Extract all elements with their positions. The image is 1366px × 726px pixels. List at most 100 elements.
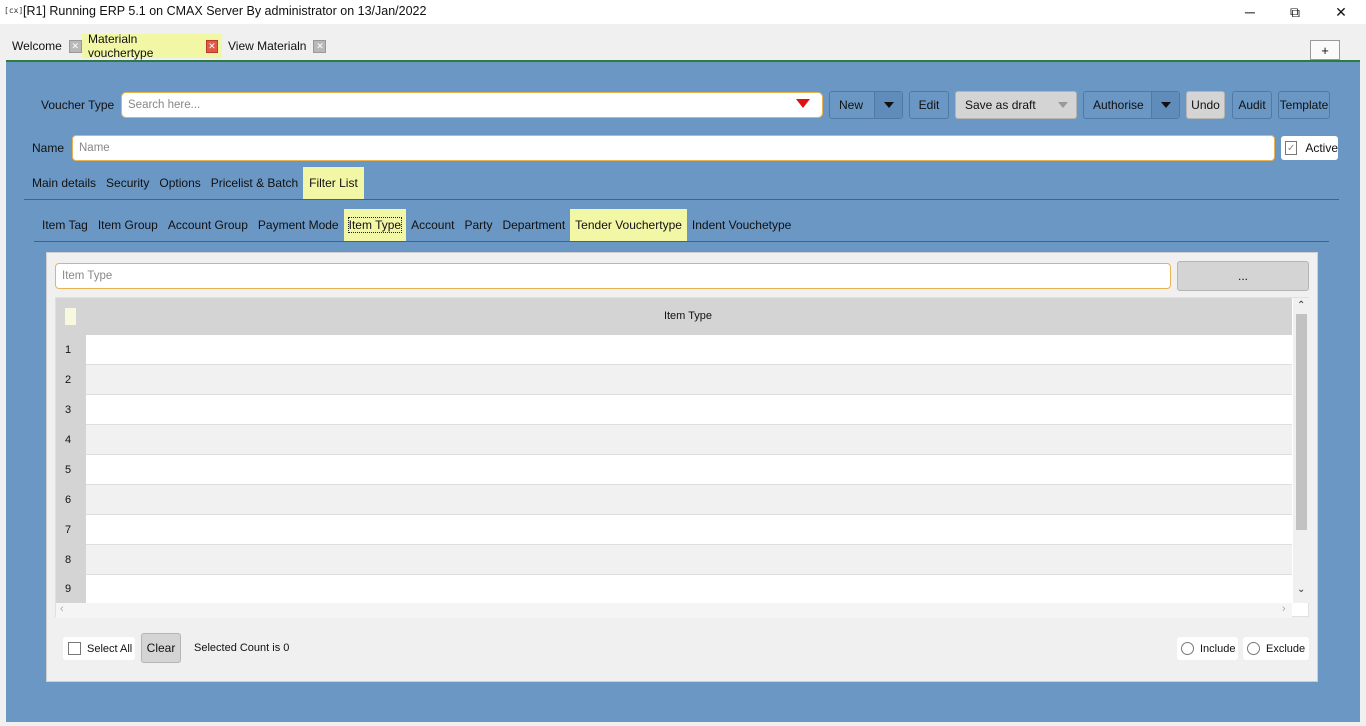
row-number: 7	[56, 515, 86, 545]
tab-security[interactable]: Security	[101, 167, 154, 199]
active-label: Active	[1305, 141, 1338, 155]
tab-filter-list[interactable]: Filter List	[303, 167, 364, 199]
doc-tab-label: View Materialn	[228, 39, 307, 53]
name-placeholder: Name	[79, 142, 110, 154]
table-row[interactable]: 6	[56, 485, 1292, 515]
clear-button[interactable]: Clear	[141, 633, 181, 663]
maximize-button[interactable]: ⧉	[1272, 0, 1318, 24]
table-row[interactable]: 9	[56, 575, 1292, 603]
grid-header: Item Type	[56, 298, 1292, 335]
undo-button[interactable]: Undo	[1186, 91, 1225, 119]
doc-tab-label: Materialn vouchertype	[88, 32, 154, 60]
app-logo-icon: [cx]	[4, 6, 24, 15]
tab-item-type[interactable]: Item Type	[343, 209, 407, 241]
table-cell[interactable]	[86, 455, 1292, 484]
checkbox-box[interactable]	[68, 642, 81, 655]
window-title: [R1] Running ERP 5.1 on CMAX Server By a…	[23, 4, 427, 18]
filter-tabs: Item Tag Item Group Account Group Paymen…	[37, 209, 796, 241]
tab-item-type-label: Item Type	[347, 217, 403, 233]
item-type-search-input[interactable]: Item Type	[55, 263, 1171, 289]
tab-account-group[interactable]: Account Group	[163, 209, 253, 241]
row-number: 4	[56, 425, 86, 455]
scroll-left-icon[interactable]: ‹	[60, 603, 64, 615]
add-tab-button[interactable]: +	[1310, 40, 1340, 60]
selected-count-text: Selected Count is 0	[194, 642, 290, 654]
new-button[interactable]: New	[829, 91, 903, 119]
filter-tabs-divider	[34, 241, 1329, 242]
row-number: 5	[56, 455, 86, 485]
horizontal-scrollbar[interactable]: ‹ ›	[56, 603, 1292, 618]
dropdown-arrow-icon[interactable]	[796, 99, 810, 108]
table-row[interactable]: 7	[56, 515, 1292, 545]
tab-party[interactable]: Party	[459, 209, 497, 241]
row-number: 6	[56, 485, 86, 515]
checkmark-icon[interactable]: ✓	[1285, 141, 1298, 155]
tab-item-tag[interactable]: Item Tag	[37, 209, 93, 241]
vertical-scrollbar[interactable]: ⌃ ⌄	[1293, 298, 1310, 603]
table-cell[interactable]	[86, 395, 1292, 424]
row-number: 8	[56, 545, 86, 575]
voucher-type-label: Voucher Type	[41, 98, 115, 112]
doc-tab-welcome[interactable]: Welcome ✕	[6, 34, 86, 58]
tab-options[interactable]: Options	[154, 167, 205, 199]
tab-payment-mode[interactable]: Payment Mode	[253, 209, 344, 241]
radio-circle[interactable]	[1181, 642, 1194, 655]
table-row[interactable]: 3	[56, 395, 1292, 425]
include-label: Include	[1200, 642, 1236, 655]
table-cell[interactable]	[86, 545, 1292, 574]
table-row[interactable]: 1	[56, 335, 1292, 365]
close-tab-icon[interactable]: ✕	[68, 39, 82, 53]
tab-tender-vouchertype[interactable]: Tender Vouchertype	[570, 209, 687, 241]
tab-account[interactable]: Account	[406, 209, 459, 241]
name-input[interactable]: Name	[72, 135, 1275, 161]
template-button[interactable]: Template	[1278, 91, 1330, 119]
close-tab-icon[interactable]: ✕	[313, 39, 327, 53]
table-cell[interactable]	[86, 335, 1292, 364]
item-type-placeholder: Item Type	[62, 270, 113, 282]
radio-circle[interactable]	[1247, 642, 1260, 655]
doc-tab-view-materialn[interactable]: View Materialn ✕	[222, 34, 330, 58]
grid-header-item-type: Item Type	[663, 310, 713, 322]
tab-pricelist-batch[interactable]: Pricelist & Batch	[206, 167, 303, 199]
select-all-checkbox[interactable]: Select All	[63, 637, 135, 660]
authorise-dropdown-chevron-icon[interactable]	[1151, 92, 1179, 118]
table-cell[interactable]	[86, 515, 1292, 544]
browse-button[interactable]: ...	[1177, 261, 1309, 291]
tab-item-group[interactable]: Item Group	[93, 209, 163, 241]
table-row[interactable]: 4	[56, 425, 1292, 455]
voucher-type-search-input[interactable]: Search here...	[121, 92, 823, 118]
exclude-label: Exclude	[1266, 642, 1306, 655]
save-as-draft-button[interactable]: Save as draft	[955, 91, 1077, 119]
close-tab-icon[interactable]: ✕	[205, 39, 218, 53]
exclude-radio[interactable]: Exclude	[1243, 637, 1309, 660]
row-number: 9	[56, 575, 86, 603]
table-row[interactable]: 8	[56, 545, 1292, 575]
table-cell[interactable]	[86, 575, 1292, 603]
doc-tab-materialn-vouchertype[interactable]: Materialn vouchertype ✕	[82, 32, 222, 60]
active-checkbox[interactable]: ✓ Active	[1281, 136, 1338, 160]
edit-button[interactable]: Edit	[909, 91, 949, 119]
scroll-right-icon[interactable]: ›	[1282, 603, 1286, 615]
table-row[interactable]: 2	[56, 365, 1292, 395]
tab-indent-vouchetype[interactable]: Indent Vouchetype	[687, 209, 796, 241]
table-cell[interactable]	[86, 485, 1292, 514]
name-label: Name	[32, 141, 65, 155]
audit-button[interactable]: Audit	[1232, 91, 1272, 119]
title-bar: [cx] [R1] Running ERP 5.1 on CMAX Server…	[0, 0, 1366, 24]
scroll-up-icon[interactable]: ⌃	[1297, 300, 1305, 311]
new-label: New	[839, 98, 864, 112]
tab-main-details[interactable]: Main details	[27, 167, 101, 199]
table-cell[interactable]	[86, 425, 1292, 454]
tab-department[interactable]: Department	[497, 209, 570, 241]
close-window-button[interactable]: ✕	[1318, 0, 1364, 24]
scroll-down-icon[interactable]: ⌄	[1297, 584, 1305, 595]
scrollbar-thumb[interactable]	[1296, 314, 1307, 530]
authorise-button[interactable]: Authorise	[1083, 91, 1180, 119]
minimize-button[interactable]: ─	[1227, 0, 1273, 24]
item-type-grid: Item Type 1 2 3 4 5 6 7 8 9 ⌃ ⌄ ‹ ›	[55, 297, 1310, 618]
include-radio[interactable]: Include	[1177, 637, 1238, 660]
new-dropdown-chevron-icon[interactable]	[874, 92, 902, 118]
table-cell[interactable]	[86, 365, 1292, 394]
table-row[interactable]: 5	[56, 455, 1292, 485]
save-draft-chevron-icon[interactable]	[1050, 102, 1076, 108]
